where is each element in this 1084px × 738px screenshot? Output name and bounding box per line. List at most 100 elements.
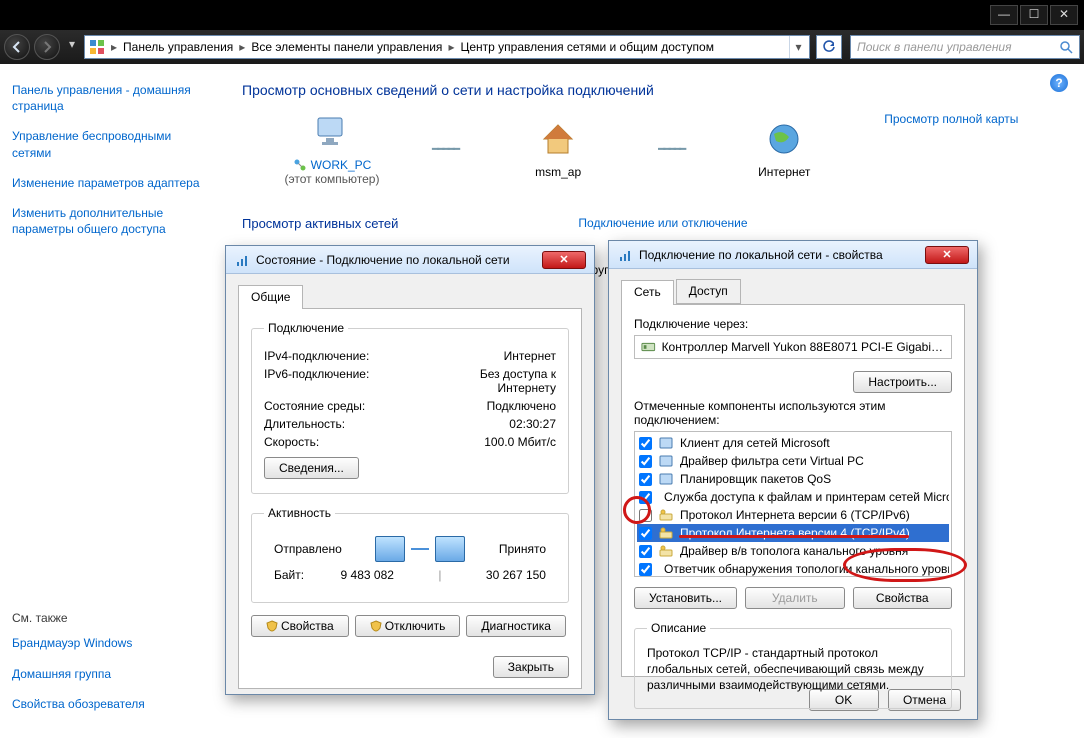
component-checkbox[interactable]	[639, 509, 652, 522]
sidebar-see-also-firewall[interactable]: Брандмауэр Windows	[12, 635, 206, 651]
diagnostics-button[interactable]: Диагностика	[466, 615, 566, 637]
sent-label: Отправлено	[274, 542, 342, 556]
duration-label: Длительность:	[264, 417, 444, 431]
component-icon	[658, 543, 674, 559]
status-dialog-close-button[interactable]: ✕	[542, 251, 586, 269]
recv-label: Принято	[499, 542, 546, 556]
media-label: Состояние среды:	[264, 399, 444, 413]
nic-icon	[641, 339, 656, 355]
control-panel-icon	[87, 37, 107, 57]
component-label: Драйвер в/в тополога канального уровня	[680, 544, 908, 558]
sidebar-item-adapter[interactable]: Изменение параметров адаптера	[12, 175, 206, 191]
nav-history-dropdown[interactable]: ▾	[64, 37, 80, 57]
view-full-map-link[interactable]: Просмотр полной карты	[884, 112, 1018, 186]
map-connector: ━━━━━	[432, 142, 458, 156]
bytes-label: Байт:	[274, 568, 304, 582]
back-button[interactable]	[4, 34, 30, 60]
description-label: Описание	[647, 621, 710, 635]
component-item[interactable]: Планировщик пакетов QoS	[637, 470, 949, 488]
search-input[interactable]: Поиск в панели управления	[850, 35, 1080, 59]
component-item[interactable]: Ответчик обнаружения топологии канальног…	[637, 560, 949, 577]
configure-button[interactable]: Настроить...	[853, 371, 952, 393]
details-button[interactable]: Сведения...	[264, 457, 359, 479]
sidebar-item-wireless[interactable]: Управление беспроводными сетями	[12, 128, 206, 160]
tab-network[interactable]: Сеть	[621, 280, 674, 305]
network-status-icon	[234, 252, 250, 268]
adapter-field: Контроллер Marvell Yukon 88E8071 PCI-E G…	[634, 335, 952, 359]
breadcrumb[interactable]: ▸ Панель управления ▸ Все элементы панел…	[84, 35, 810, 59]
component-checkbox[interactable]	[639, 563, 652, 576]
component-checkbox[interactable]	[639, 545, 652, 558]
ipv4-value: Интернет	[444, 349, 556, 363]
help-icon[interactable]: ?	[1050, 74, 1068, 92]
breadcrumb-item[interactable]: Все элементы панели управления	[247, 40, 446, 54]
breadcrumb-item[interactable]: Центр управления сетями и общим доступом	[456, 40, 718, 54]
description-text: Протокол TCP/IP - стандартный протокол г…	[647, 645, 939, 694]
maximize-button[interactable]: ☐	[1020, 5, 1048, 25]
component-item[interactable]: Протокол Интернета версии 6 (TCP/IPv6)	[637, 506, 949, 524]
recv-bytes: 30 267 150	[486, 568, 546, 582]
breadcrumb-dropdown[interactable]: ▾	[789, 36, 807, 58]
adapter-name: Контроллер Marvell Yukon 88E8071 PCI-E G…	[662, 340, 945, 354]
activity-icons	[375, 536, 465, 562]
connect-via-label: Подключение через:	[634, 317, 952, 331]
connect-disconnect-link[interactable]: Подключение или отключение	[578, 216, 747, 237]
active-networks-header: Просмотр активных сетей	[242, 216, 398, 231]
component-item[interactable]: Протокол Интернета версии 4 (TCP/IPv4)	[637, 524, 949, 542]
tab-access[interactable]: Доступ	[676, 279, 741, 304]
refresh-icon	[822, 40, 836, 54]
sidebar-see-also-homegroup[interactable]: Домашняя группа	[12, 666, 206, 682]
network-node-router[interactable]: msm_ap	[498, 119, 618, 179]
refresh-button[interactable]	[816, 35, 842, 59]
tab-general[interactable]: Общие	[238, 285, 303, 309]
forward-button[interactable]	[34, 34, 60, 60]
monitor-icon	[375, 536, 405, 562]
breadcrumb-item[interactable]: Панель управления	[119, 40, 237, 54]
component-properties-button[interactable]: Свойства	[853, 587, 953, 609]
component-checkbox[interactable]	[639, 437, 652, 450]
sidebar-item-sharing[interactable]: Изменить дополнительные параметры общего…	[12, 205, 206, 237]
component-icon	[658, 453, 674, 469]
sidebar-see-also-internet-options[interactable]: Свойства обозревателя	[12, 696, 206, 712]
monitor-icon	[435, 536, 465, 562]
disable-button[interactable]: Отключить	[355, 615, 461, 637]
status-dialog-title[interactable]: Состояние - Подключение по локальной сет…	[226, 246, 594, 274]
component-checkbox[interactable]	[639, 473, 652, 486]
component-icon	[658, 507, 674, 523]
connection-group: Подключение IPv4-подключение:Интернет IP…	[251, 321, 569, 494]
sidebar-home-link[interactable]: Панель управления - домашняя страница	[12, 82, 206, 114]
navigation-bar: ▾ ▸ Панель управления ▸ Все элементы пан…	[0, 30, 1084, 64]
house-icon	[538, 119, 578, 159]
activity-group: Активность Отправлено Принято Байт: 9 48…	[251, 506, 569, 603]
pc-name: WORK_PC	[311, 158, 372, 172]
component-label: Протокол Интернета версии 4 (TCP/IPv4)	[680, 526, 910, 540]
component-checkbox[interactable]	[639, 491, 652, 504]
component-checkbox[interactable]	[639, 455, 652, 468]
component-checkbox[interactable]	[639, 527, 652, 540]
network-node-pc[interactable]: WORK_PC (этот компьютер)	[272, 112, 392, 186]
page-title: Просмотр основных сведений о сети и наст…	[242, 82, 1060, 98]
component-item[interactable]: Клиент для сетей Microsoft	[637, 434, 949, 452]
properties-dialog-close-button[interactable]: ✕	[925, 246, 969, 264]
component-label: Протокол Интернета версии 6 (TCP/IPv6)	[680, 508, 910, 522]
components-list[interactable]: Клиент для сетей Microsoft Драйвер фильтр…	[634, 431, 952, 577]
component-label: Клиент для сетей Microsoft	[680, 436, 830, 450]
network-node-internet[interactable]: Интернет	[724, 119, 844, 179]
component-item[interactable]: Драйвер в/в тополога канального уровня	[637, 542, 949, 560]
network-icon	[293, 158, 307, 172]
component-item[interactable]: Драйвер фильтра сети Virtual PC	[637, 452, 949, 470]
pc-sub: (этот компьютер)	[272, 172, 392, 186]
close-button[interactable]: Закрыть	[493, 656, 569, 678]
connection-group-label: Подключение	[264, 321, 348, 335]
properties-dialog-title[interactable]: Подключение по локальной сети - свойства…	[609, 241, 977, 269]
properties-button[interactable]: Свойства	[251, 615, 349, 637]
install-button[interactable]: Установить...	[634, 587, 737, 609]
ipv4-label: IPv4-подключение:	[264, 349, 444, 363]
window-close-button[interactable]: ✕	[1050, 5, 1078, 25]
search-icon	[1059, 40, 1073, 54]
status-dialog-title-text: Состояние - Подключение по локальной сет…	[256, 253, 510, 267]
component-label: Ответчик обнаружения топологии канальног…	[664, 562, 949, 576]
minimize-button[interactable]: —	[990, 5, 1018, 25]
component-item[interactable]: Служба доступа к файлам и принтерам сете…	[637, 488, 949, 506]
component-label: Планировщик пакетов QoS	[680, 472, 831, 486]
